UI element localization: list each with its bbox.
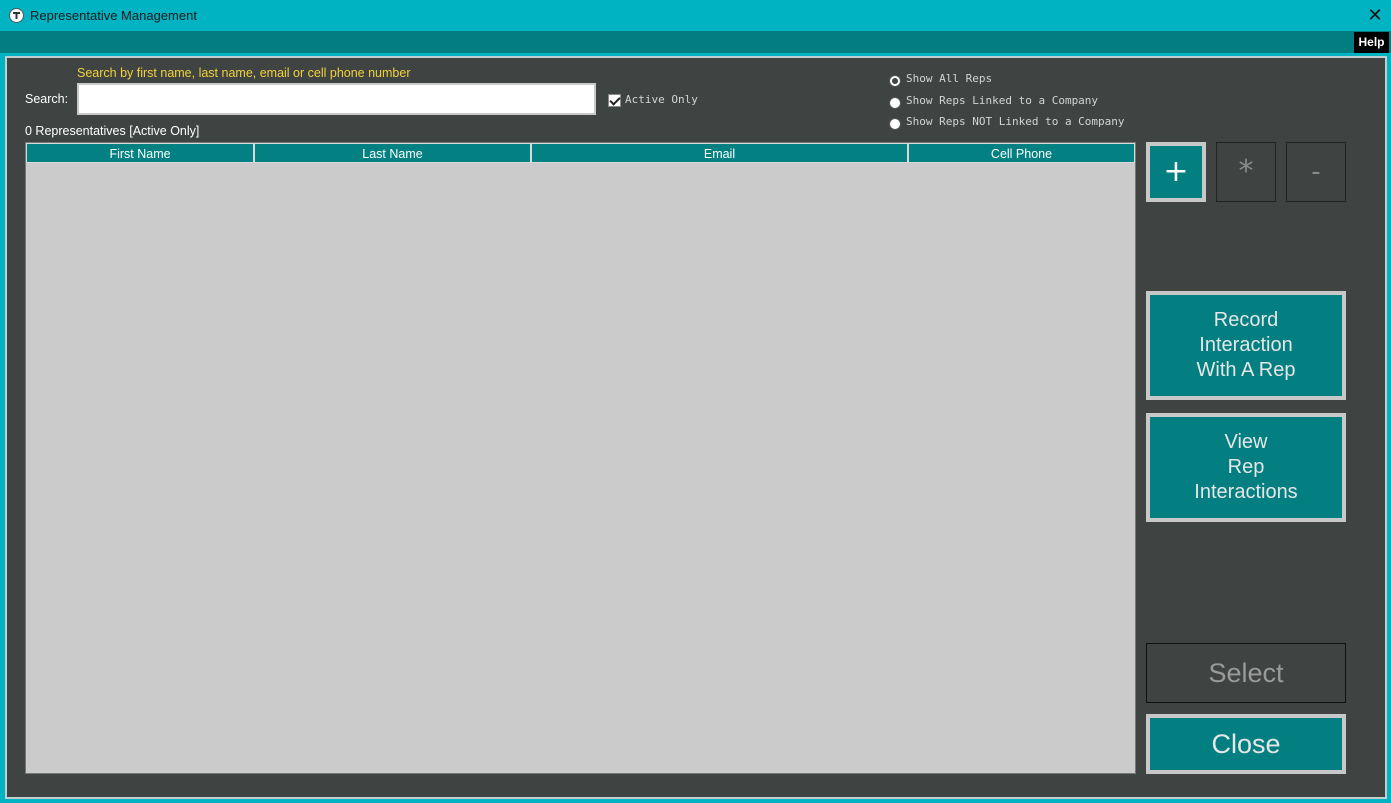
- delete-rep-button[interactable]: -: [1286, 142, 1346, 202]
- edit-rep-button[interactable]: *: [1216, 142, 1276, 202]
- radio-not-linked-label: Show Reps NOT Linked to a Company: [906, 115, 1125, 128]
- search-label: Search:: [25, 92, 69, 106]
- select-button[interactable]: Select: [1146, 643, 1346, 703]
- help-button[interactable]: Help: [1354, 32, 1389, 53]
- add-rep-button[interactable]: +: [1146, 142, 1206, 202]
- radio-show-all-label: Show All Reps: [906, 72, 993, 85]
- radio-linked-label: Show Reps Linked to a Company: [906, 94, 1099, 107]
- radio-not-linked[interactable]: [889, 118, 901, 130]
- table-header: First Name Last Name Email Cell Phone: [26, 143, 1135, 163]
- active-only-label: Active Only: [625, 93, 698, 106]
- column-cell-phone[interactable]: Cell Phone: [908, 143, 1135, 163]
- close-button[interactable]: Close: [1146, 714, 1346, 774]
- view-interactions-button[interactable]: View Rep Interactions: [1146, 413, 1346, 522]
- radio-show-all[interactable]: [889, 75, 901, 87]
- title-bar: Representative Management ✕: [0, 0, 1391, 31]
- column-email[interactable]: Email: [531, 143, 908, 163]
- rep-count: 0 Representatives [Active Only]: [25, 124, 200, 138]
- column-first-name[interactable]: First Name: [26, 143, 254, 163]
- search-input[interactable]: [77, 83, 596, 115]
- radio-linked[interactable]: [889, 97, 901, 109]
- app-icon: [9, 8, 24, 23]
- representatives-table[interactable]: First Name Last Name Email Cell Phone: [25, 142, 1136, 774]
- search-hint: Search by first name, last name, email o…: [77, 66, 411, 80]
- window-close-icon[interactable]: ✕: [1366, 5, 1384, 25]
- help-bar: [0, 31, 1391, 53]
- column-last-name[interactable]: Last Name: [254, 143, 531, 163]
- active-only-checkbox[interactable]: [608, 94, 621, 107]
- window-title: Representative Management: [30, 8, 197, 23]
- record-interaction-button[interactable]: Record Interaction With A Rep: [1146, 291, 1346, 400]
